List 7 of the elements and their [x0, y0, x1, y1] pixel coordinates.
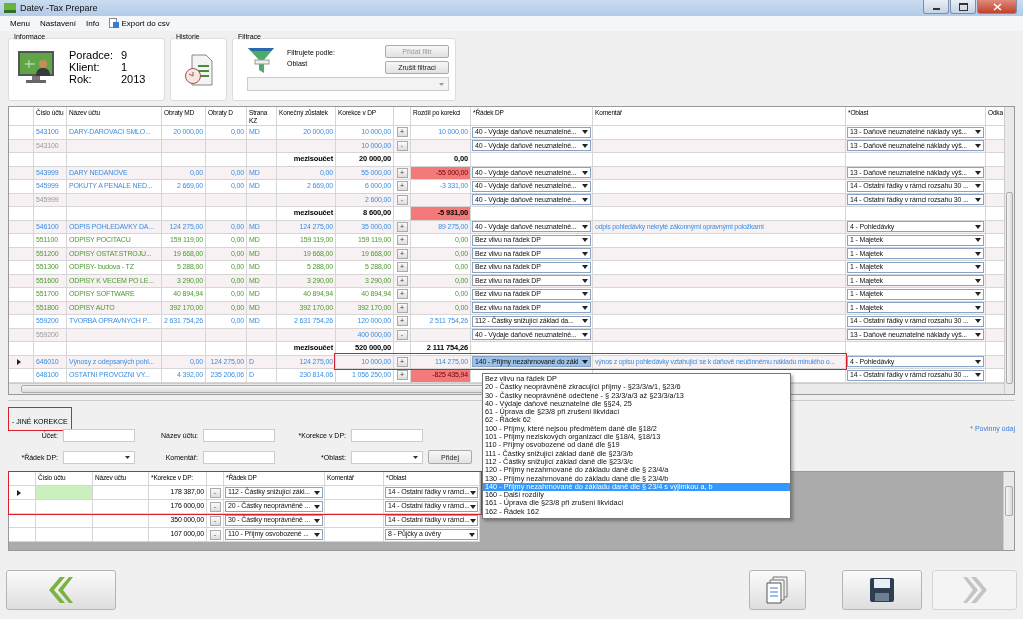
- field-label: Poradce:: [69, 49, 115, 61]
- field-value: 1: [121, 61, 129, 73]
- field-value: 9: [121, 49, 129, 61]
- field-label: Rok:: [69, 73, 93, 85]
- field-label: Klient:: [69, 61, 101, 73]
- window-title: Datev -Tax Prepare: [20, 3, 98, 13]
- field-value: 2013: [121, 73, 146, 85]
